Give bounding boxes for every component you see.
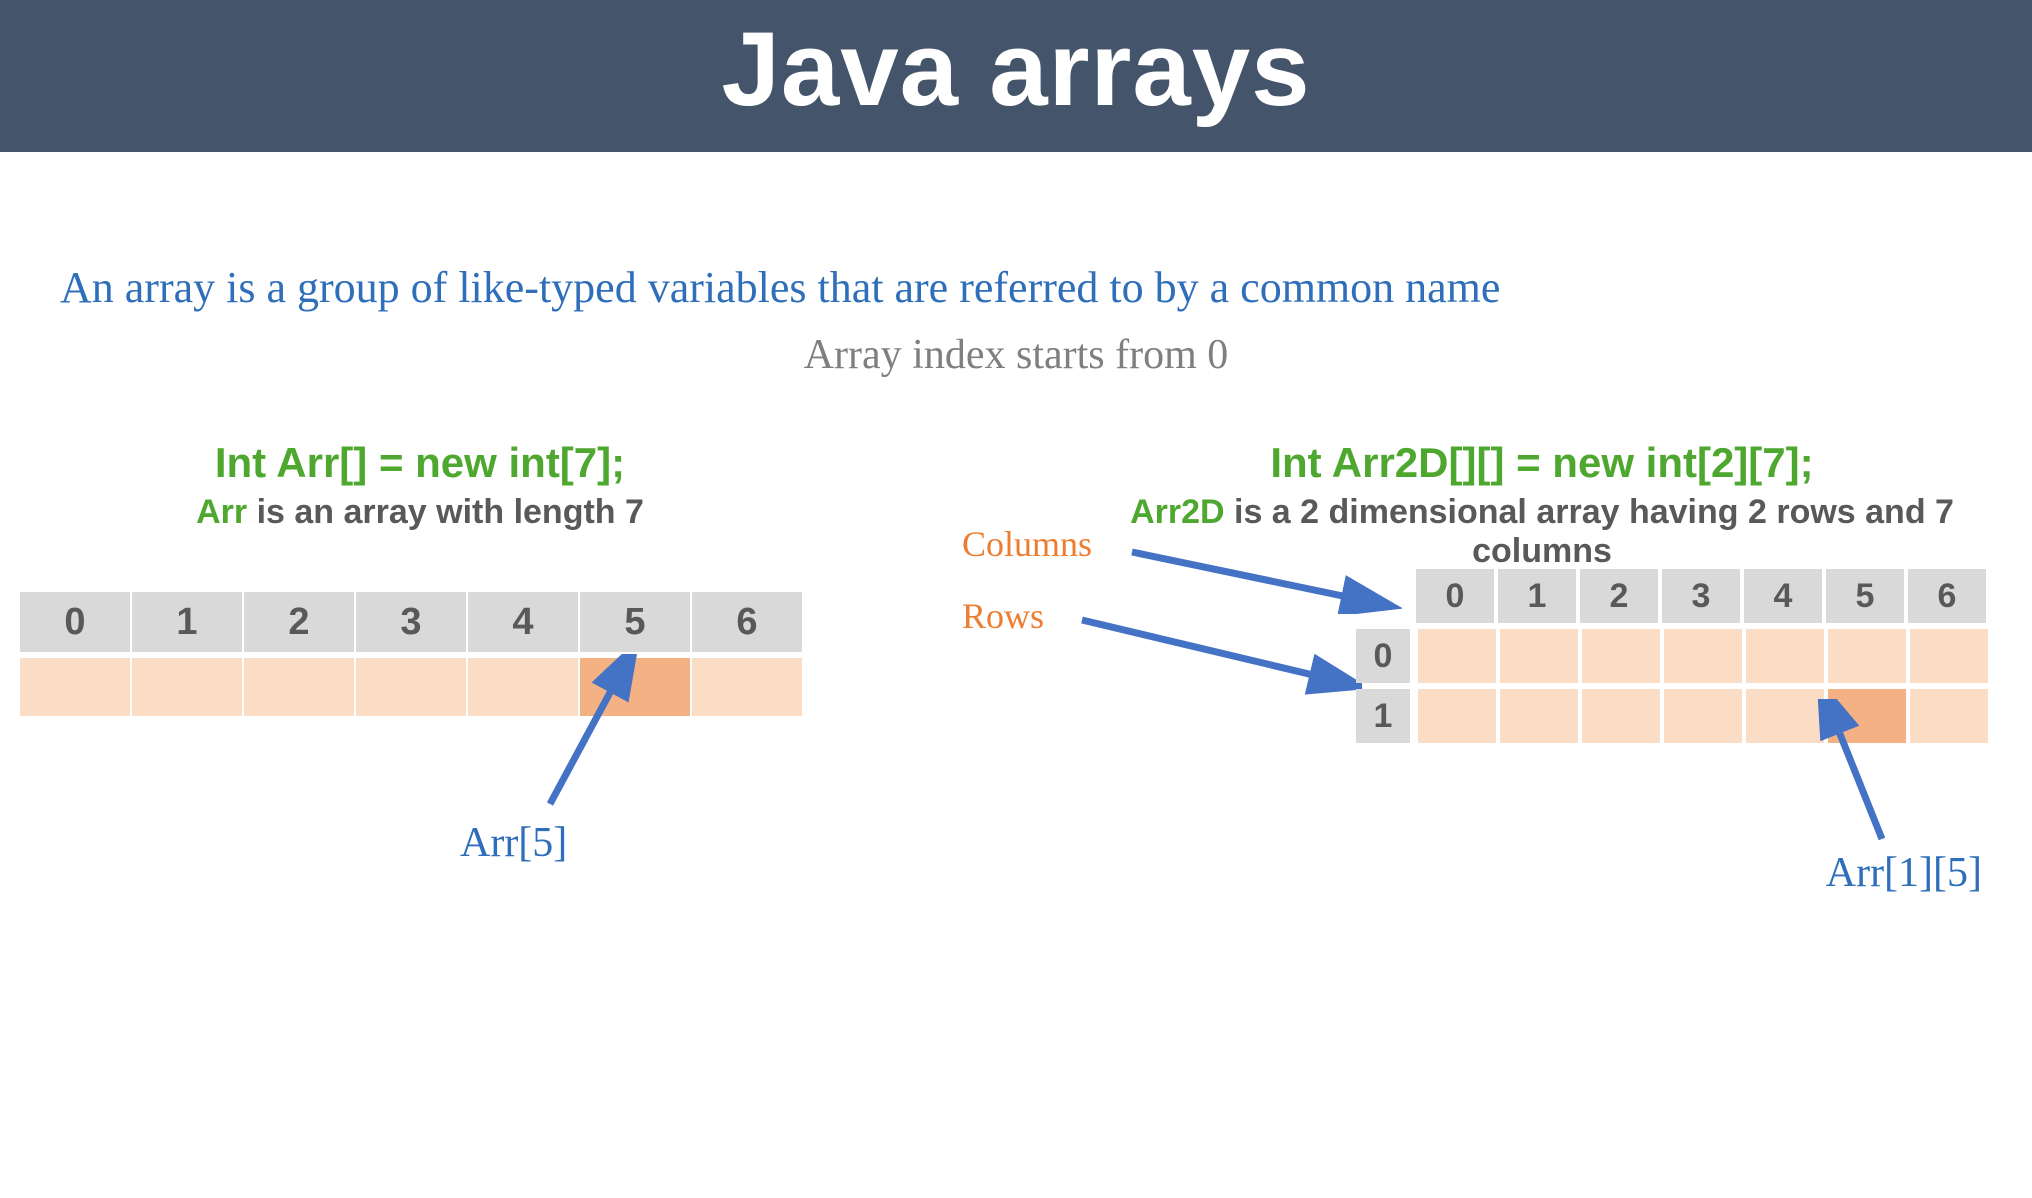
arr1d-pointer-label: Arr[5]	[460, 819, 567, 867]
arr1d-cell	[356, 658, 466, 716]
arr2d-cell	[1664, 689, 1742, 743]
arr2d-cell	[1500, 629, 1578, 683]
arr1d-grid: 0123456	[20, 592, 820, 716]
arr2d-col-header-cell: 6	[1908, 569, 1986, 623]
arrow-arr2d	[1802, 699, 1922, 849]
arr1d-cell-row	[20, 652, 820, 716]
arr1d-index-cell: 5	[580, 592, 690, 652]
arr2d-row	[1418, 629, 1992, 683]
arr2d-name: Arr2D	[1130, 493, 1224, 531]
arr1d-cell	[20, 658, 130, 716]
arr1d-cell	[692, 658, 802, 716]
arr1d-index-cell: 4	[468, 592, 578, 652]
arr2d-col-header-cell: 1	[1498, 569, 1576, 623]
arr2d-col-header-cell: 3	[1662, 569, 1740, 623]
arr1d-index-cell: 6	[692, 592, 802, 652]
arr2d-col-header-cell: 5	[1826, 569, 1904, 623]
arr2d-cell	[1418, 629, 1496, 683]
slide-title-bar: Java arrays	[0, 0, 2032, 152]
slide-title: Java arrays	[721, 11, 1310, 128]
arr2d-col-header-cell: 4	[1744, 569, 1822, 623]
arr1d-name: Arr	[196, 493, 247, 531]
arr2d-cell	[1582, 629, 1660, 683]
arrow-rows	[1072, 604, 1362, 704]
arr2d-cell	[1582, 689, 1660, 743]
arr2d-cell	[1418, 689, 1496, 743]
arr1d-index-cell: 1	[132, 592, 242, 652]
arr2d-row-header-cell: 1	[1356, 689, 1410, 743]
diagram-area: Int Arr[] = new int[7]; Arr is an array …	[0, 439, 2032, 716]
definition-text: An array is a group of like-typed variab…	[0, 152, 2032, 313]
arr1d-desc-rest: is an array with length 7	[247, 493, 644, 531]
arr2d-cell	[1664, 629, 1742, 683]
subnote-text: Array index starts from 0	[0, 331, 2032, 379]
arr2d-row-headers: 01	[1356, 629, 1412, 749]
arr1d-index-cell: 2	[244, 592, 354, 652]
arr1d-index-row: 0123456	[20, 592, 820, 652]
arr2d-cell	[1828, 629, 1906, 683]
arr2d-pointer-label: Arr[1][5]	[1826, 849, 1982, 897]
array-1d-panel: Int Arr[] = new int[7]; Arr is an array …	[20, 439, 820, 716]
arr1d-declaration: Int Arr[] = new int[7];	[20, 439, 820, 487]
arr1d-index-cell: 0	[20, 592, 130, 652]
array-2d-panel: Int Arr2D[][] = new int[2][7]; Arr2D is …	[952, 439, 1992, 716]
columns-label: Columns	[962, 523, 1092, 565]
arr2d-cell	[1910, 629, 1988, 683]
arr2d-cell	[1500, 689, 1578, 743]
arr2d-col-headers: 0123456	[1416, 569, 1992, 623]
arr2d-row-header-cell: 0	[1356, 629, 1410, 683]
arrow-arr1d	[510, 654, 650, 814]
arr1d-cell	[132, 658, 242, 716]
arr2d-col-header-cell: 2	[1580, 569, 1658, 623]
arr2d-cell	[1746, 629, 1824, 683]
arr1d-index-cell: 3	[356, 592, 466, 652]
arr2d-col-header-cell: 0	[1416, 569, 1494, 623]
arr1d-cell	[244, 658, 354, 716]
rows-label: Rows	[962, 595, 1044, 637]
arr1d-description: Arr is an array with length 7	[20, 493, 820, 532]
arr2d-declaration: Int Arr2D[][] = new int[2][7];	[1092, 439, 1992, 487]
